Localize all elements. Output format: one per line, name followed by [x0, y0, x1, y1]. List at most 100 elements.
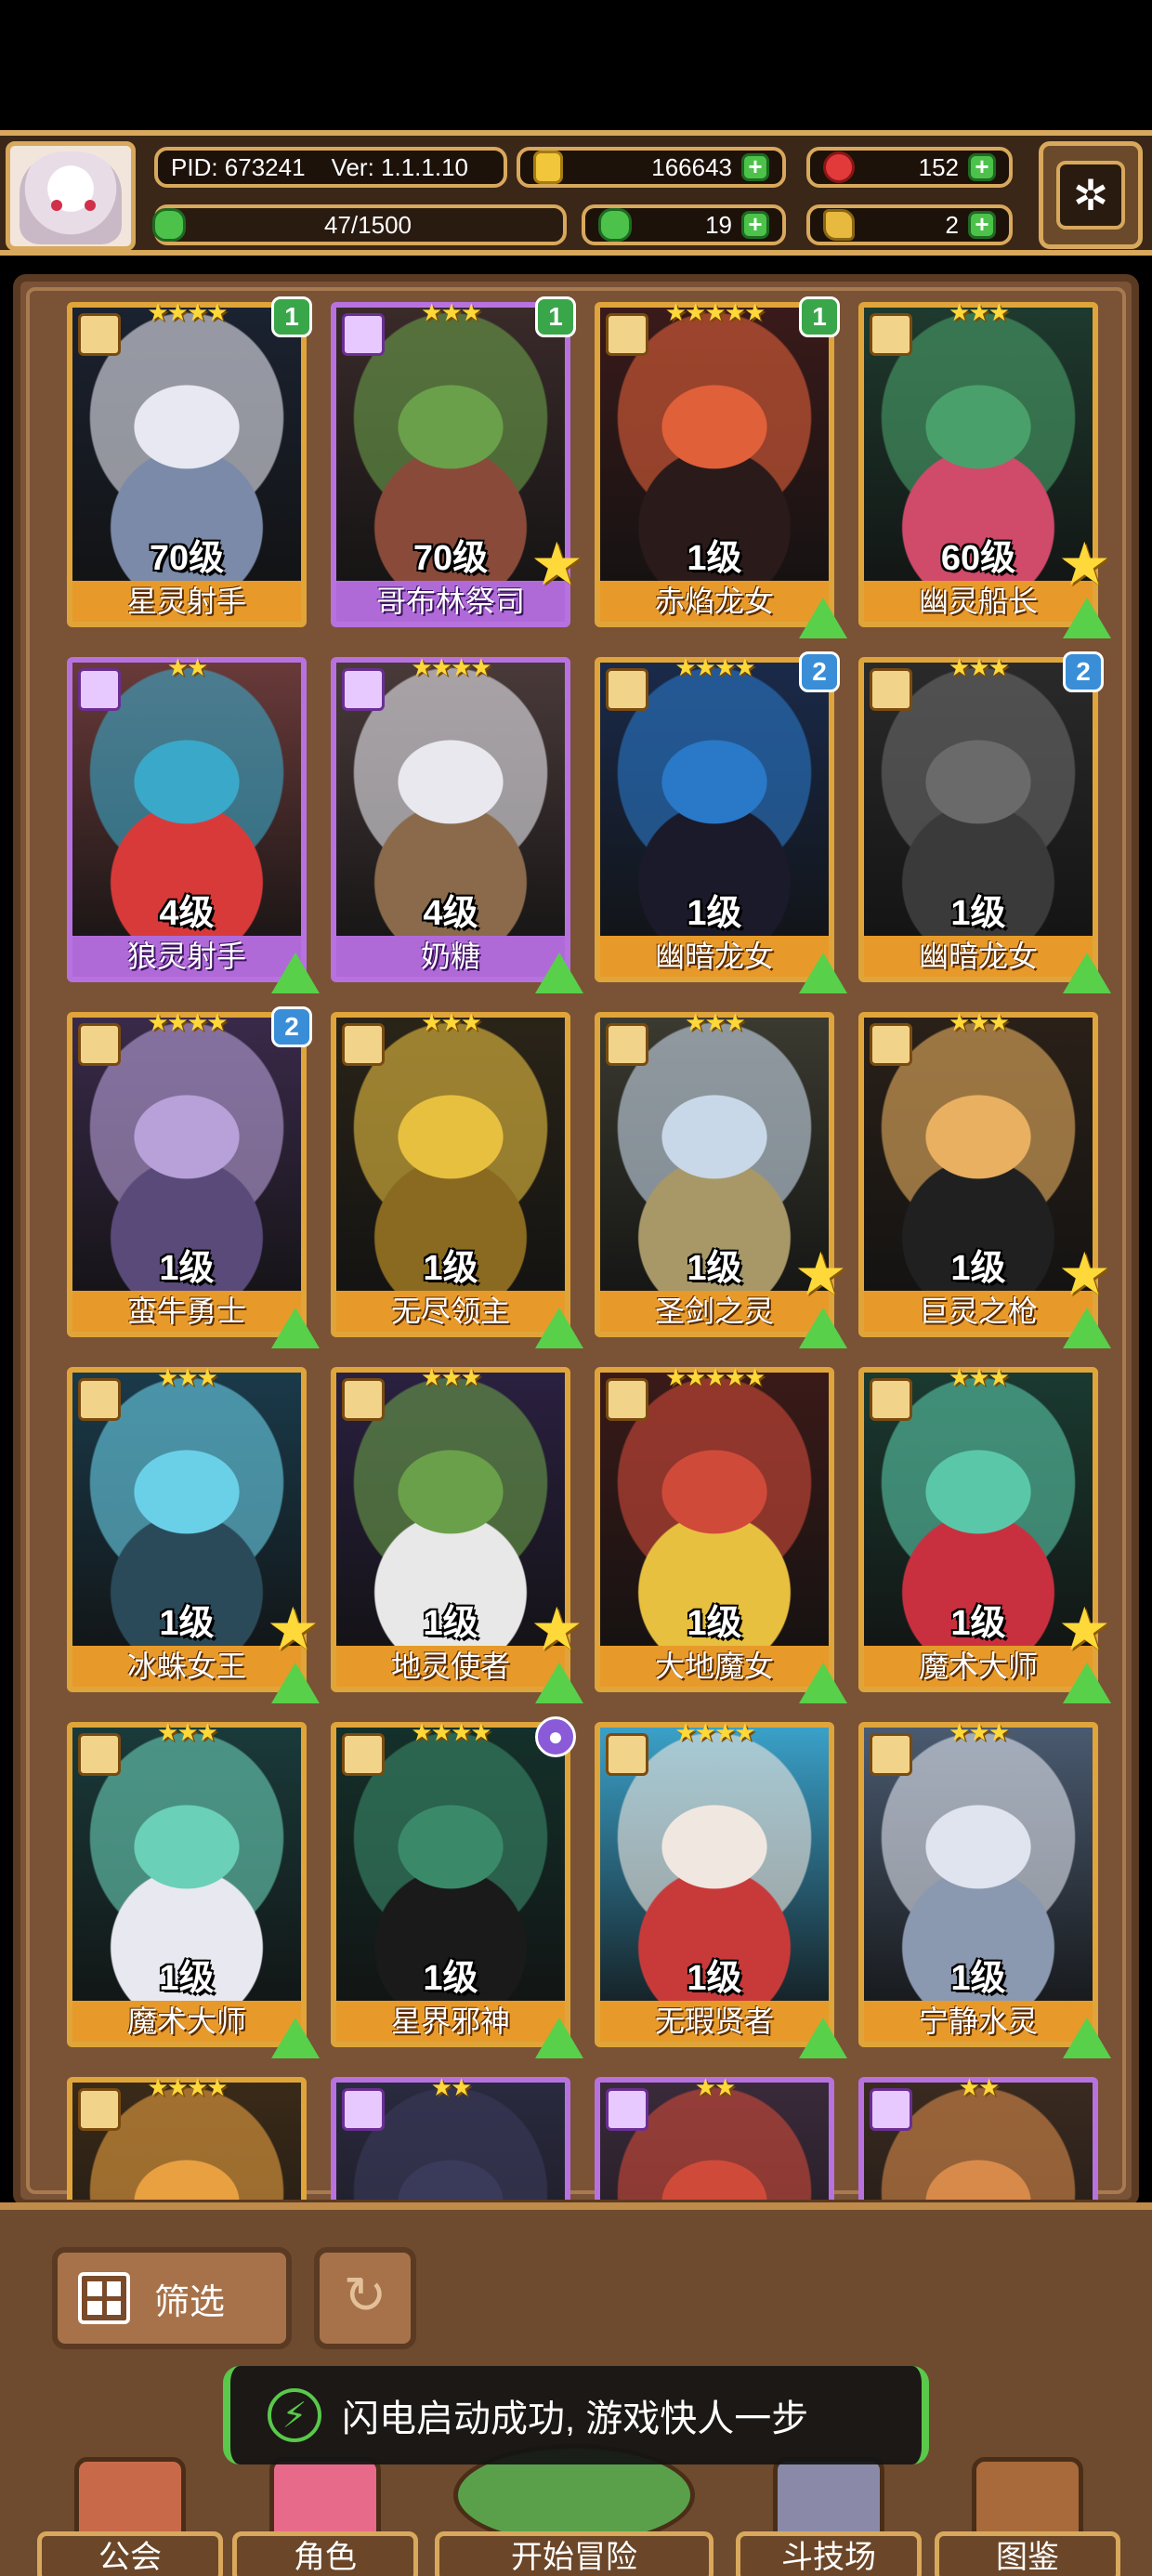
- hero-card[interactable]: 1级 幽暗龙女 ★★★★ 2: [595, 651, 847, 993]
- hero-star-rating: ★★: [958, 2073, 1001, 2101]
- level-up-arrow-icon: [1063, 2017, 1111, 2058]
- nav-heroes[interactable]: 角色: [232, 2457, 418, 2576]
- hero-count-badge: 2: [799, 651, 840, 692]
- hero-card-frame: 1级 幽暗龙女: [595, 657, 834, 982]
- hero-star-rating: ★★★: [949, 1718, 1010, 1746]
- hero-card[interactable]: 1级 赤焰龙女 ★★★★★ 1: [595, 296, 847, 638]
- hero-card[interactable]: 1级 幽暗龙女 ★★★ 2: [858, 651, 1111, 993]
- grid-filter-icon: [78, 2272, 130, 2324]
- hero-star-rating: ★★★: [421, 1008, 482, 1036]
- level-up-arrow-icon: [799, 598, 847, 638]
- hero-star-rating: ★★★: [949, 1008, 1010, 1036]
- hero-card[interactable]: 4级 奶糖 ★★★★: [331, 653, 583, 993]
- clover-icon: [598, 208, 632, 242]
- hero-count-badge: 2: [271, 1006, 312, 1047]
- hero-card[interactable]: 4级 狼灵射手 ★★: [67, 653, 320, 993]
- hero-card-frame: 1级 无瑕贤者: [595, 1722, 834, 2047]
- hero-name: 星界邪神: [336, 2001, 565, 2042]
- hero-card-frame: 4级 狼灵射手: [67, 657, 307, 982]
- hero-collection-panel[interactable]: 70级 星灵射手 ★★★★ 1 70级 哥布林祭司 ★★★ 1 ★ 1级 赤焰龙女 ★★★★★ 1 60级…: [13, 274, 1139, 2207]
- hero-star-rating: ★★★: [157, 1718, 218, 1746]
- hero-card[interactable]: 70级 星灵射手 ★★★★ 1: [67, 296, 312, 627]
- hero-card[interactable]: 60级 幽灵船长 ★★★ ★: [858, 298, 1111, 638]
- hero-card-frame: 1级 赤焰龙女: [595, 302, 834, 627]
- hero-level: 1级: [950, 1959, 1006, 1998]
- gem-counter: 152 +: [806, 147, 1013, 188]
- hero-card[interactable]: 70级 哥布林祭司 ★★★ 1 ★: [331, 296, 583, 627]
- key-amount: 2: [945, 210, 959, 239]
- filter-button[interactable]: 筛选: [52, 2247, 292, 2349]
- add-gem-button[interactable]: +: [968, 153, 996, 181]
- star-upgrade-icon: ★: [266, 1596, 320, 1663]
- hero-card[interactable]: ★★: [331, 2073, 570, 2200]
- nav-codex[interactable]: 图鉴: [935, 2457, 1120, 2576]
- hero-card[interactable]: 1级 巨灵之枪 ★★★ ★: [858, 1008, 1111, 1348]
- hero-card[interactable]: ★★: [595, 2073, 834, 2200]
- nav-start-adventure[interactable]: 开始冒险: [435, 2444, 713, 2576]
- star-upgrade-icon: ★: [1057, 531, 1111, 598]
- red-gem-icon: [823, 151, 855, 183]
- hero-card[interactable]: 1级 冰蛛女王 ★★★ ★: [67, 1363, 320, 1703]
- nav-guild[interactable]: 公会: [37, 2457, 223, 2576]
- hero-card[interactable]: 1级 蛮牛勇士 ★★★★ 2: [67, 1006, 320, 1348]
- player-avatar[interactable]: [6, 141, 136, 251]
- hero-card[interactable]: 1级 魔术大师 ★★★ ★: [858, 1363, 1111, 1703]
- id-version-panel: PID: 673241 Ver: 1.1.1.10: [154, 147, 507, 188]
- refresh-button[interactable]: ↻: [314, 2247, 416, 2349]
- hero-card[interactable]: 1级 无瑕贤者 ★★★★: [595, 1718, 847, 2058]
- energy-icon: [152, 208, 186, 242]
- hero-card-frame: 1级 星界邪神: [331, 1722, 570, 2047]
- level-up-arrow-icon: [799, 1308, 847, 1348]
- hero-card-frame: 70级 星灵射手: [67, 302, 307, 627]
- hero-card[interactable]: 1级 无尽领主 ★★★: [331, 1008, 583, 1348]
- hero-card[interactable]: 1级 魔术大师 ★★★: [67, 1718, 320, 2058]
- hero-star-rating: ★★: [166, 653, 209, 681]
- hero-level: 1级: [423, 1959, 478, 1998]
- nav-arena[interactable]: 斗技场: [736, 2457, 922, 2576]
- hero-card[interactable]: 1级 大地魔女 ★★★★★: [595, 1363, 847, 1703]
- hero-star-rating: ★★: [430, 2073, 473, 2101]
- level-up-arrow-icon: [1063, 598, 1111, 638]
- avatar-portrait: [20, 151, 122, 244]
- nav-guild-label: 公会: [37, 2531, 223, 2576]
- bottom-nav: 公会 角色 开始冒险 斗技场 图鉴: [0, 2444, 1152, 2576]
- add-clover-button[interactable]: +: [741, 211, 769, 239]
- hero-name: 幽暗龙女: [600, 936, 829, 977]
- level-up-arrow-icon: [1063, 953, 1111, 993]
- gold-coin-icon: [533, 151, 563, 184]
- hero-star-rating: ★★★★: [147, 2073, 228, 2101]
- nav-codex-label: 图鉴: [935, 2531, 1120, 2576]
- energy-amount: 47/1500: [324, 210, 412, 239]
- hero-card[interactable]: ★★: [858, 2073, 1098, 2200]
- hero-count-badge: 1: [271, 296, 312, 337]
- hero-card[interactable]: 1级 宁静水灵 ★★★: [858, 1718, 1111, 2058]
- hero-name: 奶糖: [336, 936, 565, 977]
- hero-star-rating: ★★★★★: [664, 1363, 766, 1391]
- hero-star-rating: ★★★★: [411, 653, 491, 681]
- add-gold-button[interactable]: +: [741, 153, 769, 181]
- star-upgrade-icon: ★: [793, 1241, 847, 1308]
- hero-card[interactable]: 1级 星界邪神 ★★★★ ●: [331, 1716, 583, 2058]
- refresh-icon: ↻: [343, 2266, 387, 2324]
- level-up-arrow-icon: [1063, 1308, 1111, 1348]
- hero-card[interactable]: 1级 圣剑之灵 ★★★ ★: [595, 1008, 847, 1348]
- hero-card[interactable]: 1级 地灵使者 ★★★ ★: [331, 1363, 583, 1703]
- clover-counter: 19 +: [582, 204, 786, 245]
- hero-star-rating: ★★★: [685, 1008, 746, 1036]
- hero-name: 蛮牛勇士: [72, 1291, 301, 1332]
- key-icon: [823, 209, 855, 241]
- hero-name: 无尽领主: [336, 1291, 565, 1332]
- hero-card[interactable]: ★★★★: [67, 2073, 307, 2200]
- hero-level: 4级: [423, 894, 478, 933]
- hero-level: 70级: [149, 539, 225, 578]
- hero-star-rating: ★★★: [421, 1363, 482, 1391]
- add-key-button[interactable]: +: [968, 211, 996, 239]
- hero-name: 宁静水灵: [864, 2001, 1093, 2042]
- star-upgrade-icon: ★: [530, 1596, 583, 1663]
- hero-level: 1级: [687, 894, 742, 933]
- nav-start-adventure-label: 开始冒险: [435, 2531, 713, 2576]
- level-up-arrow-icon: [271, 2017, 320, 2058]
- settings-button[interactable]: ✲: [1039, 141, 1143, 249]
- level-up-arrow-icon: [271, 1308, 320, 1348]
- level-up-arrow-icon: [1063, 1663, 1111, 1703]
